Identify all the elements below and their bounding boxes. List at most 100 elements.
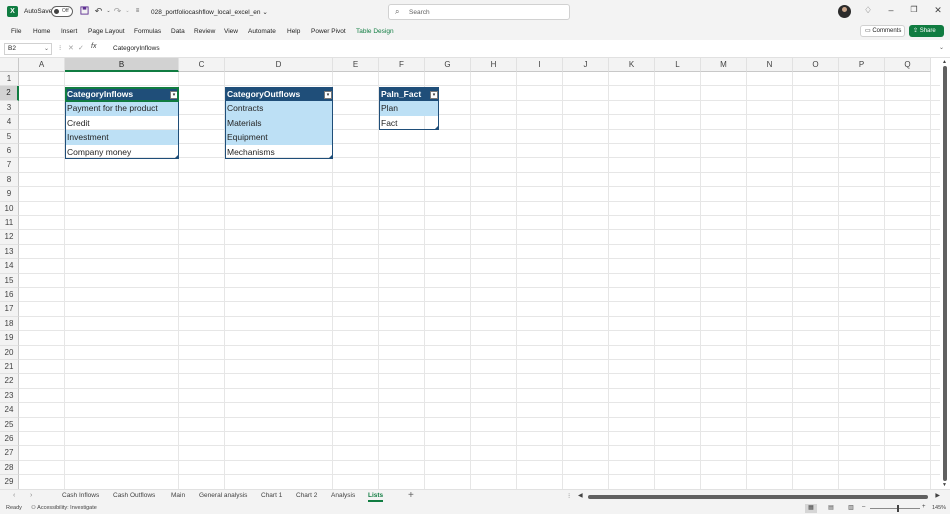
vertical-scrollbar[interactable]: ▲ ▼ bbox=[940, 58, 950, 489]
page-break-preview-icon[interactable]: ▥ bbox=[845, 504, 857, 513]
table-cell[interactable]: Contracts bbox=[225, 101, 333, 116]
column-header-g[interactable]: G bbox=[425, 58, 471, 72]
scroll-up-icon[interactable]: ▲ bbox=[942, 59, 947, 65]
column-header-f[interactable]: F bbox=[379, 58, 425, 72]
sheet-tab-lists[interactable]: Lists bbox=[368, 492, 384, 502]
column-header-i[interactable]: I bbox=[517, 58, 563, 72]
row-header-3[interactable]: 3 bbox=[0, 100, 19, 116]
confirm-entry-icon[interactable]: ✓ bbox=[78, 44, 84, 52]
minimize-icon[interactable]: – bbox=[884, 5, 898, 15]
table-cell[interactable]: Equipment bbox=[225, 130, 333, 145]
table-resize-handle[interactable] bbox=[329, 155, 332, 158]
row-header-12[interactable]: 12 bbox=[0, 230, 19, 245]
table-cell[interactable]: Fact bbox=[379, 116, 439, 130]
column-header-m[interactable]: M bbox=[701, 58, 747, 72]
accessibility-status[interactable]: ⚇ Accessibility: Investigate bbox=[31, 505, 97, 511]
row-header-7[interactable]: 7 bbox=[0, 158, 19, 173]
filter-dropdown-icon[interactable]: ▾ bbox=[430, 91, 438, 99]
column-header-k[interactable]: K bbox=[609, 58, 655, 72]
row-header-11[interactable]: 11 bbox=[0, 216, 19, 231]
sheet-tab-cash-inflows[interactable]: Cash Inflows bbox=[62, 492, 99, 499]
tab-table-design[interactable]: Table Design bbox=[356, 28, 394, 35]
row-header-23[interactable]: 23 bbox=[0, 388, 19, 404]
row-header-6[interactable]: 6 bbox=[0, 144, 19, 159]
row-header-22[interactable]: 22 bbox=[0, 374, 19, 389]
avatar[interactable] bbox=[838, 5, 851, 18]
row-header-15[interactable]: 15 bbox=[0, 273, 19, 288]
row-header-2[interactable]: 2 bbox=[0, 86, 19, 101]
cancel-entry-icon[interactable]: ✕ bbox=[68, 44, 74, 52]
row-header-19[interactable]: 19 bbox=[0, 331, 19, 346]
row-header-13[interactable]: 13 bbox=[0, 244, 19, 260]
sheet-tab-cash-outflows[interactable]: Cash Outflows bbox=[113, 492, 155, 499]
tab-data[interactable]: Data bbox=[171, 28, 185, 35]
tab-formulas[interactable]: Formulas bbox=[134, 28, 161, 35]
formula-content[interactable]: CategoryInflows bbox=[113, 45, 160, 52]
row-header-8[interactable]: 8 bbox=[0, 172, 19, 188]
row-header-5[interactable]: 5 bbox=[0, 129, 19, 144]
tab-automate[interactable]: Automate bbox=[248, 28, 276, 35]
scroll-left-icon[interactable]: ◀ bbox=[578, 492, 583, 499]
row-header-18[interactable]: 18 bbox=[0, 316, 19, 332]
row-header-4[interactable]: 4 bbox=[0, 115, 19, 130]
row-header-25[interactable]: 25 bbox=[0, 417, 19, 432]
tab-home[interactable]: Home bbox=[33, 28, 50, 35]
zoom-in-icon[interactable]: + bbox=[922, 504, 926, 510]
comments-button[interactable]: ▭ Comments bbox=[860, 25, 905, 37]
table-cell[interactable]: Payment for the product bbox=[65, 101, 179, 116]
expand-formula-bar-icon[interactable]: ⌄ bbox=[939, 44, 944, 51]
zoom-level[interactable]: 145% bbox=[932, 505, 946, 511]
row-header-10[interactable]: 10 bbox=[0, 201, 19, 216]
row-header-17[interactable]: 17 bbox=[0, 302, 19, 317]
previous-sheet-icon[interactable]: ‹ bbox=[13, 492, 15, 499]
table-resize-handle[interactable] bbox=[175, 155, 178, 158]
table-resize-handle[interactable] bbox=[435, 126, 438, 129]
tab-review[interactable]: Review bbox=[194, 28, 215, 35]
tab-split-handle-icon[interactable]: ⁝ bbox=[568, 492, 570, 500]
column-header-b[interactable]: B bbox=[65, 58, 179, 72]
tab-power-pivot[interactable]: Power Pivot bbox=[311, 28, 346, 35]
row-header-1[interactable]: 1 bbox=[0, 72, 19, 87]
row-header-26[interactable]: 26 bbox=[0, 432, 19, 447]
table-cell[interactable]: Credit bbox=[65, 116, 179, 130]
share-button[interactable]: ⇪ Share bbox=[909, 25, 944, 37]
row-header-27[interactable]: 27 bbox=[0, 446, 19, 461]
column-header-c[interactable]: C bbox=[179, 58, 225, 72]
filter-dropdown-icon[interactable]: ▾ bbox=[170, 91, 178, 99]
zoom-slider[interactable] bbox=[870, 505, 920, 512]
table-cell[interactable]: Company money bbox=[65, 145, 179, 159]
horizontal-scrollbar[interactable]: ◀ ▶ bbox=[578, 493, 940, 500]
row-header-21[interactable]: 21 bbox=[0, 360, 19, 375]
row-header-9[interactable]: 9 bbox=[0, 187, 19, 202]
name-box[interactable]: B2 ⌄ bbox=[4, 43, 52, 55]
column-header-h[interactable]: H bbox=[471, 58, 517, 72]
column-header-q[interactable]: Q bbox=[885, 58, 931, 72]
tab-help[interactable]: Help bbox=[287, 28, 300, 35]
vertical-scroll-thumb[interactable] bbox=[943, 66, 947, 481]
column-header-n[interactable]: N bbox=[747, 58, 793, 72]
autosave-toggle[interactable]: Off bbox=[51, 6, 73, 17]
save-icon[interactable] bbox=[79, 6, 90, 17]
page-layout-view-icon[interactable]: ▤ bbox=[825, 504, 837, 513]
row-header-29[interactable]: 29 bbox=[0, 475, 19, 489]
sheet-tab-main[interactable]: Main bbox=[171, 492, 185, 499]
premium-diamond-icon[interactable]: ♢ bbox=[861, 5, 875, 16]
table-cell[interactable]: Plan bbox=[379, 101, 439, 116]
row-header-14[interactable]: 14 bbox=[0, 259, 19, 274]
row-header-24[interactable]: 24 bbox=[0, 403, 19, 418]
tab-file[interactable]: File bbox=[11, 28, 21, 35]
search-box[interactable]: ⌕ Search bbox=[388, 4, 570, 20]
row-header-20[interactable]: 20 bbox=[0, 345, 19, 360]
close-icon[interactable]: ✕ bbox=[931, 5, 945, 16]
sheet-tab-chart-1[interactable]: Chart 1 bbox=[261, 492, 282, 499]
sheet-tab-analysis[interactable]: Analysis bbox=[331, 492, 355, 499]
sheet-tab-chart-2[interactable]: Chart 2 bbox=[296, 492, 317, 499]
scroll-right-icon[interactable]: ▶ bbox=[935, 492, 940, 499]
table-cell[interactable]: Materials bbox=[225, 115, 333, 131]
column-header-o[interactable]: O bbox=[793, 58, 839, 72]
row-header-28[interactable]: 28 bbox=[0, 460, 19, 476]
tab-page-layout[interactable]: Page Layout bbox=[88, 28, 125, 35]
table-header-inflows[interactable]: CategoryInflows bbox=[65, 87, 179, 102]
document-title[interactable]: 028_portfoliocashflow_local_excel_en ⌄ bbox=[151, 8, 268, 16]
zoom-out-icon[interactable]: – bbox=[862, 504, 865, 510]
